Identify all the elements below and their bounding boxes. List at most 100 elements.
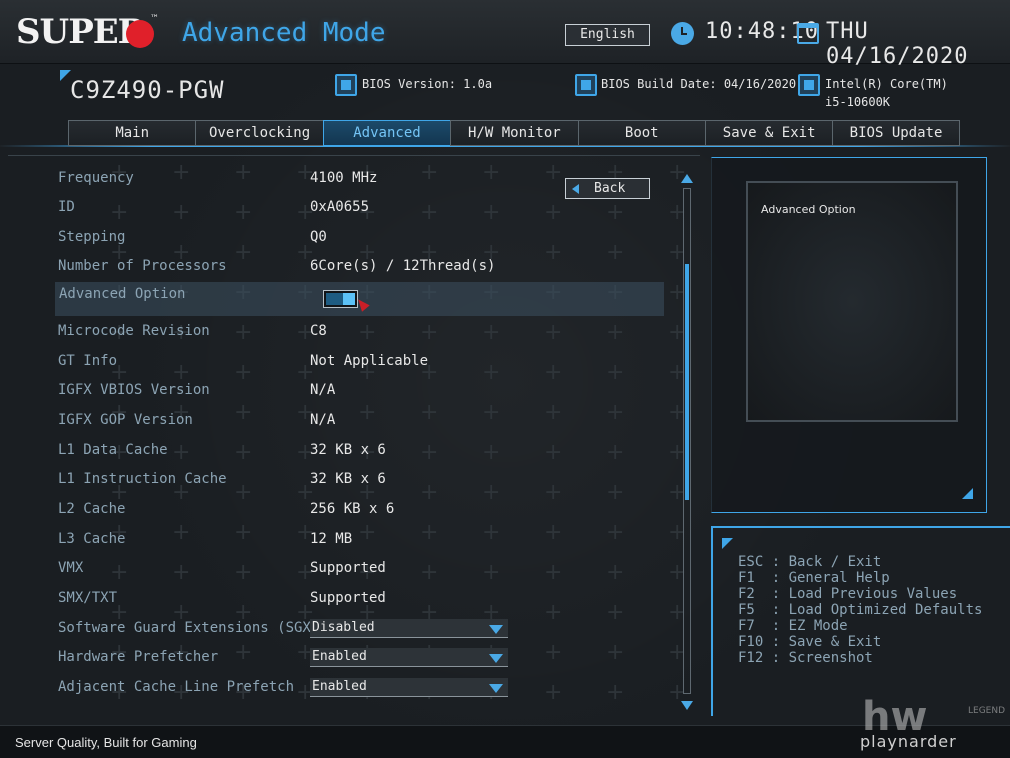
tab-bios-update[interactable]: BIOS Update (832, 120, 960, 146)
setting-row-advanced-option[interactable]: Advanced Option (55, 282, 664, 316)
setting-row-processors: Number of Processors 6Core(s) / 12Thread… (58, 254, 668, 280)
watermark-text: playnarder (860, 732, 957, 751)
key-help-f2: F2 : Load Previous Values (738, 586, 958, 602)
setting-value: 4100 MHz (310, 170, 378, 186)
adjacent-cache-dropdown[interactable]: Enabled (310, 678, 508, 697)
scroll-up-icon[interactable] (681, 174, 693, 183)
bios-chip-icon (335, 74, 357, 96)
setting-label: Adjacent Cache Line Prefetch (58, 679, 295, 695)
setting-value: Supported (310, 560, 386, 576)
setting-row-hw-prefetcher[interactable]: Hardware Prefetcher Enabled (58, 645, 668, 671)
advanced-option-toggle[interactable] (323, 290, 358, 308)
setting-row-igfx-gop: IGFX GOP Version N/A (58, 408, 668, 434)
system-date: THU 04/16/2020 (826, 19, 969, 69)
language-button[interactable]: English (565, 24, 650, 46)
key-help-f1: F1 : General Help (738, 570, 890, 586)
cpu-model: i5-10600K (825, 95, 891, 109)
tab-hw-monitor[interactable]: H/W Monitor (450, 120, 578, 146)
toggle-track (326, 293, 344, 305)
setting-label: Frequency (58, 170, 134, 186)
back-button[interactable]: Back (565, 178, 650, 199)
bios-version: BIOS Version: 1.0a (362, 77, 493, 91)
setting-value: 32 KB x 6 (310, 471, 386, 487)
setting-label: L3 Cache (58, 531, 126, 547)
brand-trademark: ™ (150, 14, 159, 24)
bios-date-chip-icon (575, 74, 597, 96)
toggle-knob (343, 293, 355, 305)
tab-main[interactable]: Main (68, 120, 196, 146)
setting-value: C8 (310, 323, 327, 339)
dropdown-value: Enabled (312, 679, 367, 694)
key-help-f7: F7 : EZ Mode (738, 618, 848, 634)
bios-build-date: BIOS Build Date: 04/16/2020 (601, 77, 797, 91)
setting-value: 256 KB x 6 (310, 501, 395, 517)
setting-row-gt-info: GT Info Not Applicable (58, 349, 668, 375)
key-help-f10: F10 : Save & Exit (738, 634, 882, 650)
setting-row-l1-data: L1 Data Cache 32 KB x 6 (58, 438, 668, 464)
setting-label: IGFX VBIOS Version (58, 382, 210, 398)
setting-row-microcode: Microcode Revision C8 (58, 319, 668, 345)
key-help-f5: F5 : Load Optimized Defaults (738, 602, 983, 618)
calendar-icon (797, 23, 819, 44)
tab-bar: Main Overclocking Advanced H/W Monitor B… (68, 120, 960, 146)
dropdown-value: Disabled (312, 620, 375, 635)
setting-label: L2 Cache (58, 501, 126, 517)
mode-title: Advanced Mode (182, 18, 386, 48)
clock-icon (671, 22, 694, 45)
sgx-dropdown[interactable]: Disabled (310, 619, 508, 638)
header-bar: SUPER ™ Advanced Mode English 10:48:10 T… (0, 0, 1010, 69)
setting-label: Advanced Option (59, 286, 186, 302)
setting-row-sgx[interactable]: Software Guard Extensions (SGX) Disabled (58, 616, 668, 642)
corner-accent-icon (962, 488, 973, 499)
setting-label: L1 Data Cache (58, 442, 168, 458)
setting-label: Stepping (58, 229, 126, 245)
setting-label: Software Guard Extensions (SGX) (58, 620, 320, 636)
scroll-down-icon[interactable] (681, 701, 693, 710)
setting-value: 32 KB x 6 (310, 442, 386, 458)
setting-value: N/A (310, 382, 336, 398)
setting-row-l1-instruction: L1 Instruction Cache 32 KB x 6 (58, 467, 668, 493)
corner-accent-icon (722, 538, 733, 549)
help-title: Advanced Option (761, 203, 856, 216)
setting-label: ID (58, 199, 75, 215)
setting-label: Number of Processors (58, 258, 227, 274)
setting-row-stepping: Stepping Q0 (58, 225, 668, 251)
hw-prefetcher-dropdown[interactable]: Enabled (310, 648, 508, 667)
dropdown-arrow-icon (489, 625, 503, 634)
key-help-f12: F12 : Screenshot (738, 650, 873, 666)
key-help-esc: ESC : Back / Exit (738, 554, 882, 570)
setting-row-vmx: VMX Supported (58, 556, 668, 582)
cpu-icon (798, 74, 820, 96)
help-content-box (746, 181, 958, 422)
tagline: Server Quality, Built for Gaming (15, 735, 197, 750)
watermark-small: LEGEND (968, 706, 1006, 716)
tab-advanced[interactable]: Advanced (322, 120, 451, 146)
setting-value: Q0 (310, 229, 327, 245)
cpu-name: Intel(R) Core(TM) (825, 77, 948, 91)
setting-value: 0xA0655 (310, 199, 370, 215)
board-name: C9Z490-PGW (70, 76, 225, 104)
setting-label: Hardware Prefetcher (58, 649, 219, 665)
scroll-thumb[interactable] (685, 264, 689, 500)
back-button-label: Back (594, 181, 626, 196)
setting-value: Not Applicable (310, 353, 429, 369)
back-arrow-icon (572, 184, 579, 194)
tab-overclocking[interactable]: Overclocking (195, 120, 323, 146)
setting-label: Microcode Revision (58, 323, 210, 339)
dropdown-arrow-icon (489, 684, 503, 693)
setting-value: 12 MB (310, 531, 353, 547)
brand-logo-dot (126, 20, 154, 48)
tab-boot[interactable]: Boot (577, 120, 705, 146)
setting-label: SMX/TXT (58, 590, 118, 606)
setting-row-adjacent-cache[interactable]: Adjacent Cache Line Prefetch Enabled (58, 675, 668, 701)
setting-value: N/A (310, 412, 336, 428)
dropdown-arrow-icon (489, 654, 503, 663)
setting-row-l3: L3 Cache 12 MB (58, 527, 668, 553)
setting-label: L1 Instruction Cache (58, 471, 227, 487)
setting-value: 6Core(s) / 12Thread(s) (310, 258, 496, 274)
setting-row-igfx-vbios: IGFX VBIOS Version N/A (58, 378, 668, 404)
setting-label: IGFX GOP Version (58, 412, 193, 428)
setting-row-l2: L2 Cache 256 KB x 6 (58, 497, 668, 523)
setting-label: GT Info (58, 353, 118, 369)
tab-save-exit[interactable]: Save & Exit (704, 120, 833, 146)
